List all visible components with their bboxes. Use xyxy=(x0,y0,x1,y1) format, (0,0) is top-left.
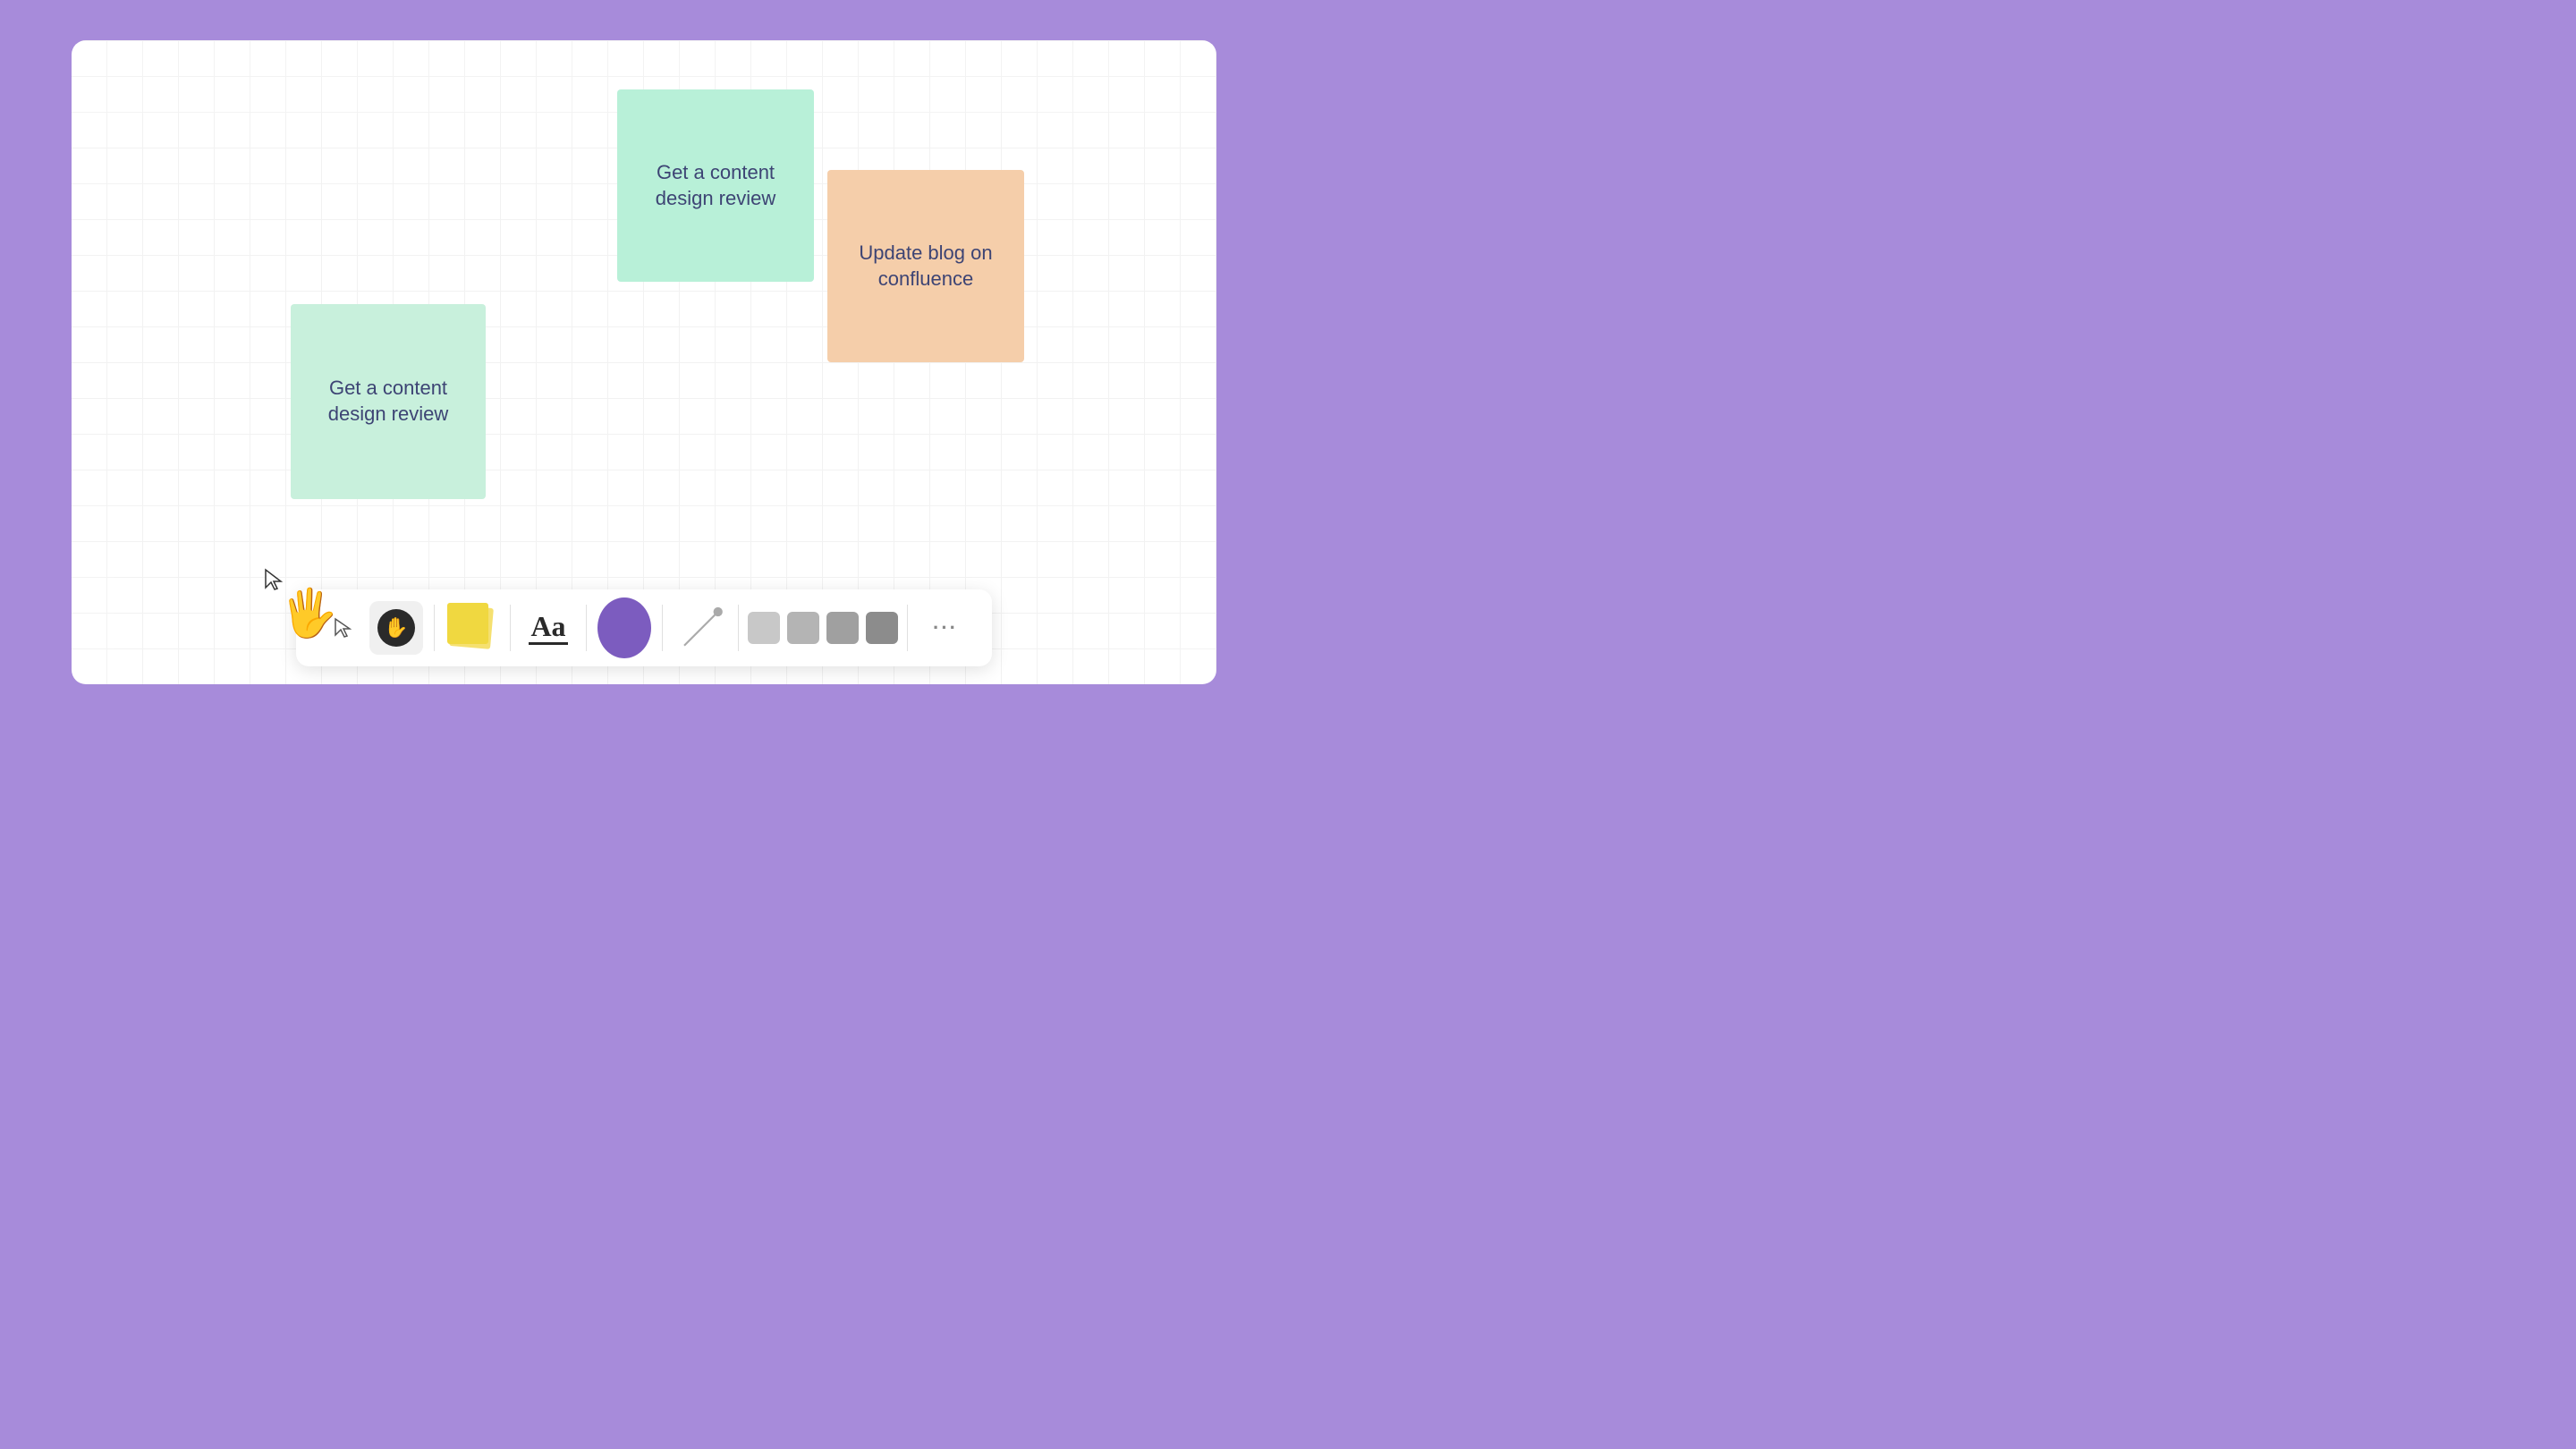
color-swatch-2[interactable] xyxy=(787,612,819,644)
divider-1 xyxy=(434,605,435,651)
toolbar: ✋ Aa xyxy=(296,589,992,666)
more-icon: ··· xyxy=(922,616,969,640)
line-tool-button[interactable] xyxy=(674,601,727,655)
more-options-button[interactable]: ··· xyxy=(919,601,972,655)
shape-tool-button[interactable] xyxy=(597,601,651,655)
sticky-note-tool-button[interactable] xyxy=(445,601,499,655)
sticky-note-2[interactable]: Update blog on confluence xyxy=(827,170,1024,362)
line-tool-icon xyxy=(674,597,727,659)
sticky-note-2-text: Update blog on confluence xyxy=(845,241,1006,292)
text-tool-icon: Aa xyxy=(529,612,568,645)
color-swatch-4[interactable] xyxy=(866,612,898,644)
divider-6 xyxy=(907,605,908,651)
canvas-area[interactable]: Get a content design review Update blog … xyxy=(72,40,1216,684)
grab-tool-button[interactable]: ✋ xyxy=(369,601,423,655)
sticky-note-1[interactable]: Get a content design review xyxy=(617,89,814,282)
toolbar-section-shape xyxy=(589,589,660,666)
color-swatches-section xyxy=(741,612,905,644)
sticky-note-3-text: Get a content design review xyxy=(309,376,468,427)
toolbar-section-line xyxy=(665,589,736,666)
select-tool-button[interactable] xyxy=(316,601,369,655)
color-swatch-1[interactable] xyxy=(748,612,780,644)
sticky-note-3[interactable]: Get a content design review xyxy=(291,304,486,499)
divider-5 xyxy=(738,605,739,651)
toolbar-section-text: Aa xyxy=(513,589,584,666)
sticky-note-tool-icon xyxy=(445,601,499,655)
text-aa-label: Aa xyxy=(530,612,565,640)
text-tool-button[interactable]: Aa xyxy=(521,601,575,655)
shape-circle-icon xyxy=(597,597,651,658)
toolbar-section-sticky xyxy=(436,589,508,666)
cursor-icon xyxy=(334,617,352,639)
divider-4 xyxy=(662,605,663,651)
color-swatch-3[interactable] xyxy=(826,612,859,644)
sticky-note-1-text: Get a content design review xyxy=(635,160,796,211)
whiteboard-canvas: Get a content design review Update blog … xyxy=(72,40,1216,684)
arrow-cursor-icon xyxy=(264,568,284,591)
divider-2 xyxy=(510,605,511,651)
toolbar-section-cursor: ✋ xyxy=(307,589,432,666)
grab-icon: ✋ xyxy=(384,616,408,640)
divider-3 xyxy=(586,605,587,651)
toolbar-section-more: ··· xyxy=(910,589,981,666)
text-underline xyxy=(529,642,568,645)
